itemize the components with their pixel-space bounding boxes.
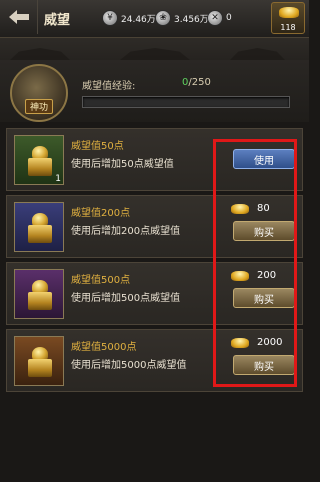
list-item: 威望值200点 使用后增加200点威望值 80 购买 — [6, 195, 303, 258]
dragon-emblem-icon: 神功 — [10, 64, 68, 122]
item-name: 威望值500点 — [71, 275, 131, 286]
emblem-label: 神功 — [24, 99, 53, 114]
item-name: 威望值200点 — [71, 208, 131, 219]
item-thumbnail[interactable]: 1 — [14, 135, 64, 185]
item-thumbnail[interactable] — [14, 336, 64, 386]
food-icon: ❀ — [155, 10, 171, 26]
item-price: 80 — [231, 203, 270, 214]
gold-seal-icon — [26, 347, 54, 377]
resource-stone-value: 0 — [226, 13, 232, 23]
price-value: 200 — [257, 270, 277, 281]
resource-silver-value: 24.46万 — [121, 14, 156, 25]
use-button[interactable]: 使用 — [233, 149, 295, 169]
exp-progress-bar — [82, 96, 290, 108]
item-description: 使用后增加500点威望值 — [71, 293, 181, 304]
exp-max: 250 — [191, 77, 211, 88]
gold-seal-icon — [26, 146, 54, 176]
gold-seal-icon — [26, 280, 54, 310]
price-value: 2000 — [257, 337, 283, 348]
gold-ingot-icon — [231, 270, 249, 281]
item-description: 使用后增加50点威望值 — [71, 159, 174, 170]
list-item: 威望值5000点 使用后增加5000点威望值 2000 购买 — [6, 329, 303, 392]
silver-coin-icon: ¥ — [102, 10, 118, 26]
buy-button[interactable]: 购买 — [233, 221, 295, 241]
item-thumbnail[interactable] — [14, 202, 64, 252]
exp-label: 威望值经验: — [82, 81, 136, 92]
item-price: 200 — [231, 270, 276, 281]
gold-recharge-button[interactable]: 118 — [271, 2, 305, 34]
back-button[interactable] — [0, 0, 38, 34]
exp-value: 0/250 — [182, 77, 211, 88]
list-item: 1 威望值50点 使用后增加50点威望值 使用 — [6, 128, 303, 191]
resource-stone: ✕ 0 — [207, 9, 232, 27]
gold-ingot-icon — [231, 203, 249, 214]
item-description: 使用后增加5000点威望值 — [71, 360, 187, 371]
buy-button[interactable]: 购买 — [233, 355, 295, 375]
gold-value: 118 — [280, 23, 296, 32]
price-value: 80 — [257, 203, 270, 214]
list-item: 威望值500点 使用后增加500点威望值 200 购买 — [6, 262, 303, 325]
background-scenery — [0, 38, 309, 60]
buy-button[interactable]: 购买 — [233, 288, 295, 308]
item-description: 使用后增加200点威望值 — [71, 226, 181, 237]
item-list: 1 威望值50点 使用后增加50点威望值 使用 威望值200点 使用后增加200… — [6, 128, 303, 468]
gold-ingot-icon — [279, 7, 299, 18]
item-count: 1 — [55, 174, 61, 184]
resource-food-value: 3.456万 — [174, 14, 209, 25]
page-title: 威望 — [44, 13, 71, 28]
back-arrow-icon — [8, 10, 29, 24]
top-bar: 威望 ¥ 24.46万 ❀ 3.456万 ✕ 0 118 — [0, 0, 309, 38]
resource-food: ❀ 3.456万 — [155, 9, 209, 27]
resource-silver: ¥ 24.46万 — [102, 9, 156, 27]
item-name: 威望值50点 — [71, 141, 124, 152]
item-name: 威望值5000点 — [71, 342, 137, 353]
stone-icon: ✕ — [207, 10, 223, 26]
item-price: 2000 — [231, 337, 282, 348]
item-thumbnail[interactable] — [14, 269, 64, 319]
gold-seal-icon — [26, 213, 54, 243]
gold-ingot-icon — [231, 337, 249, 348]
